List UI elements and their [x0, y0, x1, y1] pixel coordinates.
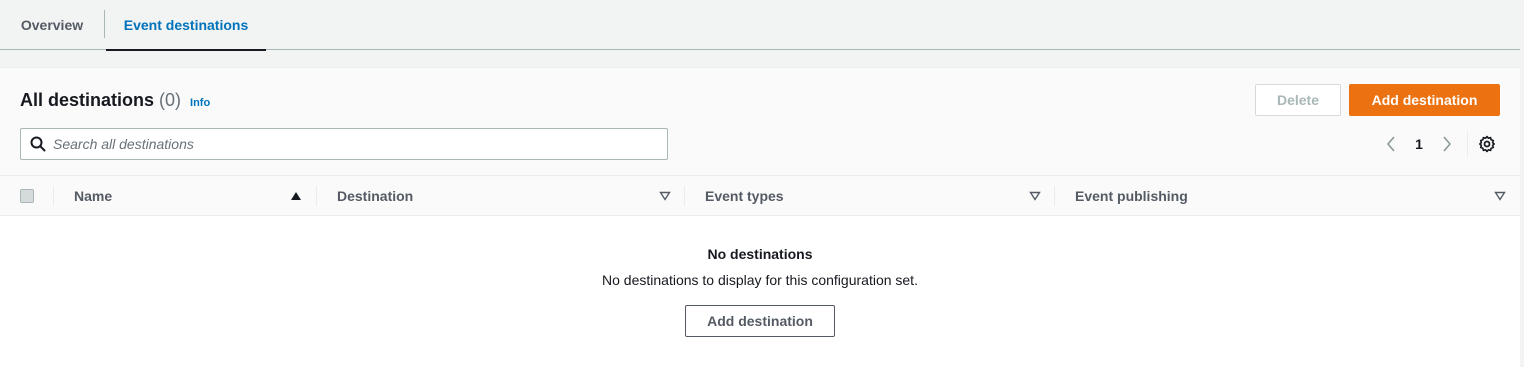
pager-divider: [1467, 131, 1468, 157]
delete-button[interactable]: Delete: [1255, 84, 1341, 116]
column-header-name[interactable]: Name: [74, 176, 294, 216]
table-header-area: All destinations (0) Info Delete Add des…: [0, 68, 1520, 176]
add-destination-button[interactable]: Add destination: [1349, 84, 1500, 116]
tab-overview[interactable]: Overview: [0, 0, 104, 50]
column-label-event-publishing: Event publishing: [1075, 188, 1188, 204]
chevron-right-icon: [1443, 136, 1451, 152]
table-settings-button[interactable]: [1476, 133, 1498, 155]
info-link[interactable]: Info: [190, 97, 210, 109]
column-divider: [53, 186, 54, 206]
search-box: [20, 128, 668, 160]
sort-descending-outline-icon[interactable]: [1029, 190, 1041, 202]
empty-state-add-destination-button[interactable]: Add destination: [685, 305, 835, 337]
gear-icon: [1479, 135, 1495, 153]
tab-divider: [104, 10, 105, 38]
column-label-name: Name: [74, 188, 113, 204]
destinations-container: All destinations (0) Info Delete Add des…: [0, 67, 1520, 367]
page-title: All destinations (0) Info: [20, 90, 210, 111]
column-label-destination: Destination: [337, 188, 414, 204]
column-header-event-publishing[interactable]: Event publishing: [1075, 176, 1455, 216]
column-label-event-types: Event types: [705, 188, 784, 204]
sort-ascending-icon[interactable]: [290, 190, 302, 202]
previous-page-button[interactable]: [1381, 131, 1401, 157]
column-divider: [1054, 186, 1055, 206]
tabs-bar: Overview Event destinations: [0, 0, 1520, 51]
search-input[interactable]: [53, 136, 643, 152]
destination-count: (0): [159, 90, 182, 110]
select-all-cell: [20, 176, 34, 216]
sort-descending-outline-icon[interactable]: [1494, 190, 1506, 202]
empty-state-description: No destinations to display for this conf…: [602, 272, 918, 288]
sort-descending-outline-icon[interactable]: [659, 190, 671, 202]
column-divider: [316, 186, 317, 206]
column-header-destination[interactable]: Destination: [337, 176, 637, 216]
page-number-1[interactable]: 1: [1410, 131, 1428, 157]
title-text: All destinations: [20, 90, 155, 110]
column-header-event-types[interactable]: Event types: [705, 176, 1005, 216]
tab-event-destinations[interactable]: Event destinations: [106, 0, 266, 51]
empty-state-title: No destinations: [707, 246, 813, 262]
select-all-checkbox[interactable]: [20, 189, 34, 203]
next-page-button[interactable]: [1437, 131, 1457, 157]
table-header-row: Name Destination Event types Event publi…: [0, 176, 1520, 216]
column-divider: [684, 186, 685, 206]
chevron-left-icon: [1387, 136, 1395, 152]
search-icon: [29, 135, 47, 153]
